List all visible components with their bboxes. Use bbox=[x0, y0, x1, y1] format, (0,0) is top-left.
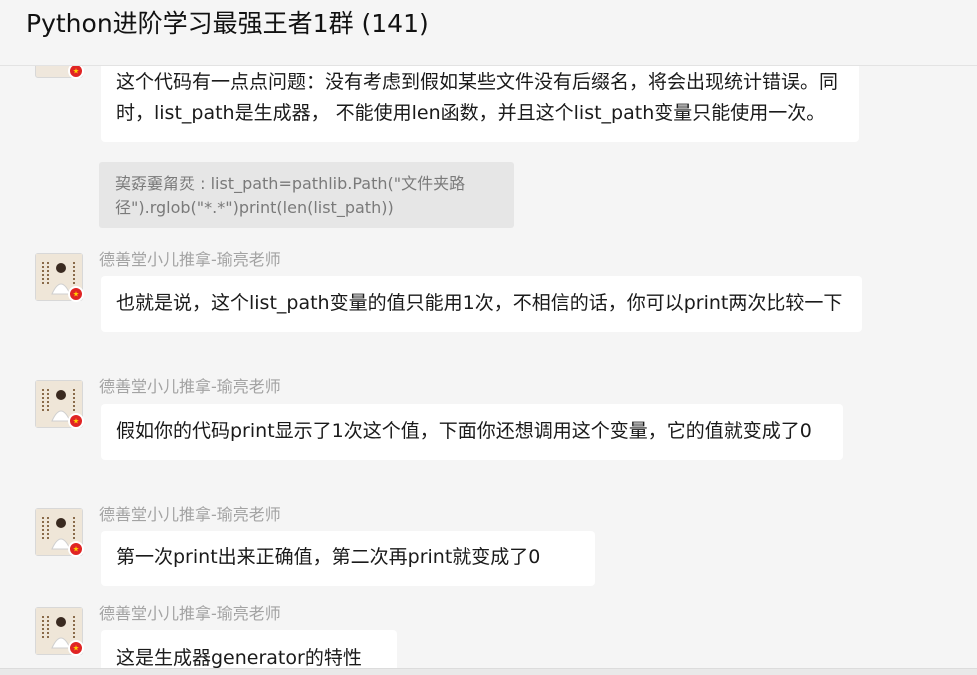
chat-header: Python进阶学习最强王者1群 (141) bbox=[0, 0, 977, 66]
input-area-edge bbox=[0, 668, 977, 675]
avatar[interactable] bbox=[35, 607, 84, 656]
message-bubble[interactable]: 也就是说，这个list_path变量的值只能用1次，不相信的话，你可以print… bbox=[101, 276, 862, 332]
flag-badge-icon bbox=[68, 640, 84, 656]
message-text: 第一次print出来正确值，第二次再print就变成了0 bbox=[116, 546, 541, 568]
chat-title: Python进阶学习最强王者1群 (141) bbox=[26, 9, 429, 38]
flag-badge-icon bbox=[68, 541, 84, 557]
flag-badge-icon bbox=[68, 413, 84, 429]
message-bubble[interactable]: 第一次print出来正确值，第二次再print就变成了0 bbox=[101, 531, 595, 586]
sender-name[interactable]: 德善堂小儿推拿-瑜亮老师 bbox=[99, 600, 281, 624]
message-text: 假如你的代码print显示了1次这个值，下面你还想调用这个变量，它的值就变成了0 bbox=[116, 420, 812, 442]
avatar[interactable] bbox=[35, 380, 84, 429]
avatar[interactable] bbox=[35, 66, 84, 79]
sender-name[interactable]: 德善堂小儿推拿-瑜亮老师 bbox=[99, 246, 281, 270]
flag-badge-icon bbox=[68, 286, 84, 302]
message-text: 这是生成器generator的特性 bbox=[116, 647, 362, 669]
avatar[interactable] bbox=[35, 253, 84, 302]
avatar[interactable] bbox=[35, 508, 84, 557]
quoted-message[interactable]: 巭孬嫑甮烎 : list_path=pathlib.Path("文件夹路径").… bbox=[99, 162, 514, 228]
quote-text: 巭孬嫑甮烎 : list_path=pathlib.Path("文件夹路径").… bbox=[115, 174, 466, 217]
sender-name[interactable]: 德善堂小儿推拿-瑜亮老师 bbox=[99, 501, 281, 525]
message-text: 也就是说，这个list_path变量的值只能用1次，不相信的话，你可以print… bbox=[116, 292, 843, 314]
message-bubble[interactable]: 假如你的代码print显示了1次这个值，下面你还想调用这个变量，它的值就变成了0 bbox=[101, 404, 843, 460]
message-text: 这个代码有一点点问题：没有考虑到假如某些文件没有后缀名，将会出现统计错误。同时，… bbox=[116, 71, 839, 124]
message-bubble[interactable]: 这个代码有一点点问题：没有考虑到假如某些文件没有后缀名，将会出现统计错误。同时，… bbox=[101, 66, 859, 142]
message-list[interactable]: 这个代码有一点点问题：没有考虑到假如某些文件没有后缀名，将会出现统计错误。同时，… bbox=[0, 66, 977, 675]
sender-name[interactable]: 德善堂小儿推拿-瑜亮老师 bbox=[99, 373, 281, 397]
flag-badge-icon bbox=[68, 66, 84, 79]
